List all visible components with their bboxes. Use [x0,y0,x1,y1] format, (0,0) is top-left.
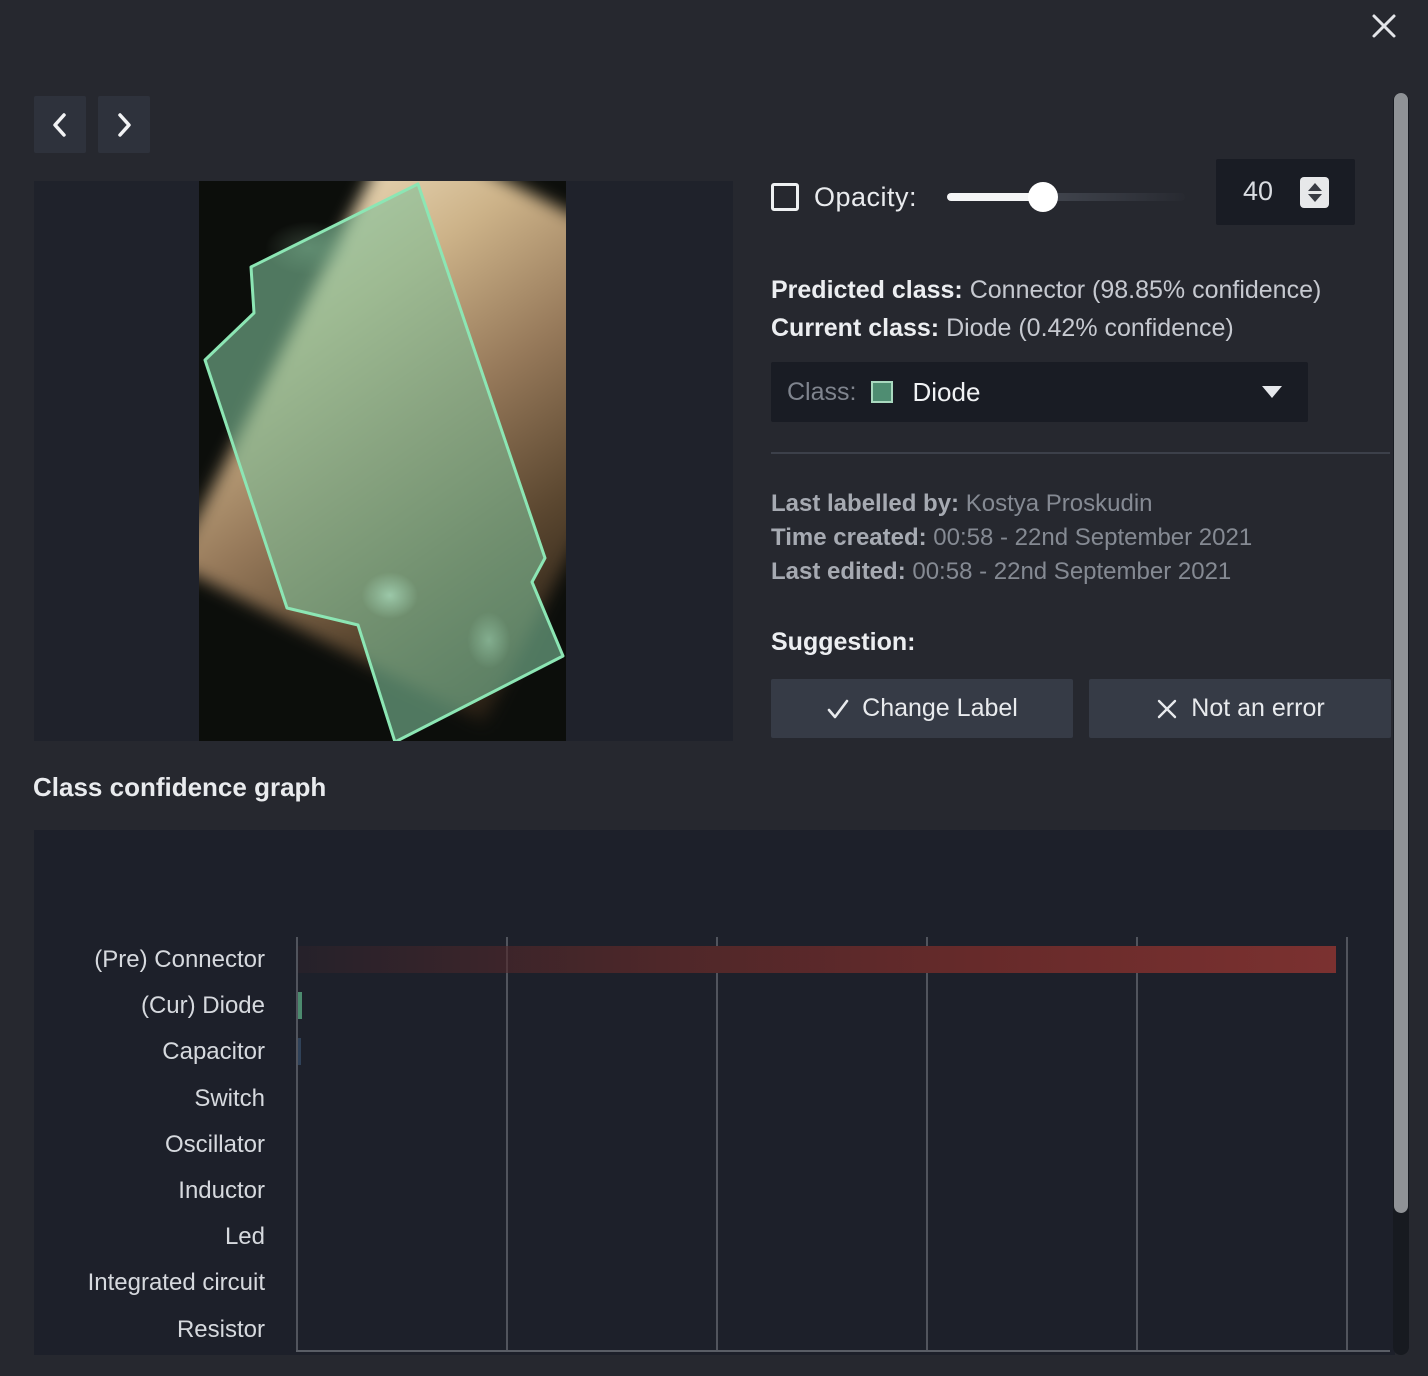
next-button[interactable] [98,96,150,153]
class-dropdown-value: Diode [912,377,980,408]
time-created-label: Time created: [771,524,927,551]
stepper-down-icon[interactable] [1308,194,1322,202]
opacity-value[interactable]: 40 [1216,176,1300,207]
opacity-slider-track [1043,193,1185,201]
chart-category-label: Oscillator [34,1129,265,1161]
label-metadata: Last labelled by: Kostya Proskudin Time … [771,487,1252,589]
chart-bar [298,946,1336,973]
labelled-by-label: Last labelled by: [771,490,959,517]
current-class-label: Current class: [771,314,939,342]
stepper-up-icon[interactable] [1308,183,1322,191]
change-label-text: Change Label [862,694,1018,723]
close-button[interactable] [1366,8,1402,44]
chart-category-label: (Cur) Diode [34,990,265,1022]
not-an-error-text: Not an error [1191,694,1324,723]
suggestion-heading: Suggestion: [771,628,915,657]
chart-bar [298,992,302,1019]
close-icon [1370,12,1398,40]
chevron-right-icon [114,112,134,138]
current-class-value: Diode (0.42% confidence) [946,314,1234,342]
last-edited-value: 00:58 - 22nd September 2021 [912,558,1231,585]
divider [771,452,1390,454]
chart-plot-area [296,937,1390,1352]
opacity-value-box[interactable]: 40 [1216,159,1355,225]
chart-title: Class confidence graph [33,772,326,803]
scrollbar-thumb[interactable] [1394,93,1408,1213]
chart-gridline [926,937,928,1350]
chart-gridline [506,937,508,1350]
chart-category-label: Switch [34,1083,265,1115]
annotation-photo [199,181,566,741]
confidence-chart: (Pre) Connector (Cur) Diode Capacitor Switc… [34,830,1395,1355]
opacity-label: Opacity: [814,182,917,213]
scrollbar[interactable] [1393,93,1409,1355]
chart-category-label: Capacitor [34,1036,265,1068]
time-created-row: Time created: 00:58 - 22nd September 202… [771,521,1252,555]
x-icon [1155,697,1179,721]
classification-summary: Predicted class: Connector (98.85% confi… [771,271,1321,347]
chart-category-label: Resistor [34,1314,265,1346]
chart-category-label: Led [34,1221,265,1253]
predicted-class-label: Predicted class: [771,276,963,304]
last-edited-label: Last edited: [771,558,906,585]
class-dropdown-label: Class: [787,378,856,407]
labelled-by-row: Last labelled by: Kostya Proskudin [771,487,1252,521]
predicted-class-value: Connector (98.85% confidence) [970,276,1322,304]
opacity-checkbox[interactable] [771,183,799,211]
last-edited-row: Last edited: 00:58 - 22nd September 2021 [771,555,1252,589]
class-color-swatch [871,381,893,403]
time-created-value: 00:58 - 22nd September 2021 [933,524,1252,551]
check-icon [826,697,850,721]
chevron-down-icon [1262,386,1282,398]
not-an-error-button[interactable]: Not an error [1089,679,1391,738]
chart-gridline [1136,937,1138,1350]
chart-gridline [716,937,718,1350]
polygon-overlay[interactable] [199,181,566,741]
predicted-class-row: Predicted class: Connector (98.85% confi… [771,271,1321,309]
current-class-row: Current class: Diode (0.42% confidence) [771,309,1321,347]
chart-gridline [1346,937,1348,1350]
class-dropdown[interactable]: Class: Diode [771,362,1308,422]
chart-category-label: Integrated circuit [34,1267,265,1299]
opacity-slider-handle[interactable] [1028,182,1058,212]
opacity-slider[interactable] [947,193,1185,201]
previous-button[interactable] [34,96,86,153]
change-label-button[interactable]: Change Label [771,679,1073,738]
chart-bar [298,1038,301,1065]
chart-category-label: Inductor [34,1175,265,1207]
chevron-left-icon [50,112,70,138]
labelled-by-value: Kostya Proskudin [966,490,1153,517]
image-viewer [34,181,733,741]
chart-category-label: (Pre) Connector [34,944,265,976]
opacity-stepper[interactable] [1300,177,1329,208]
